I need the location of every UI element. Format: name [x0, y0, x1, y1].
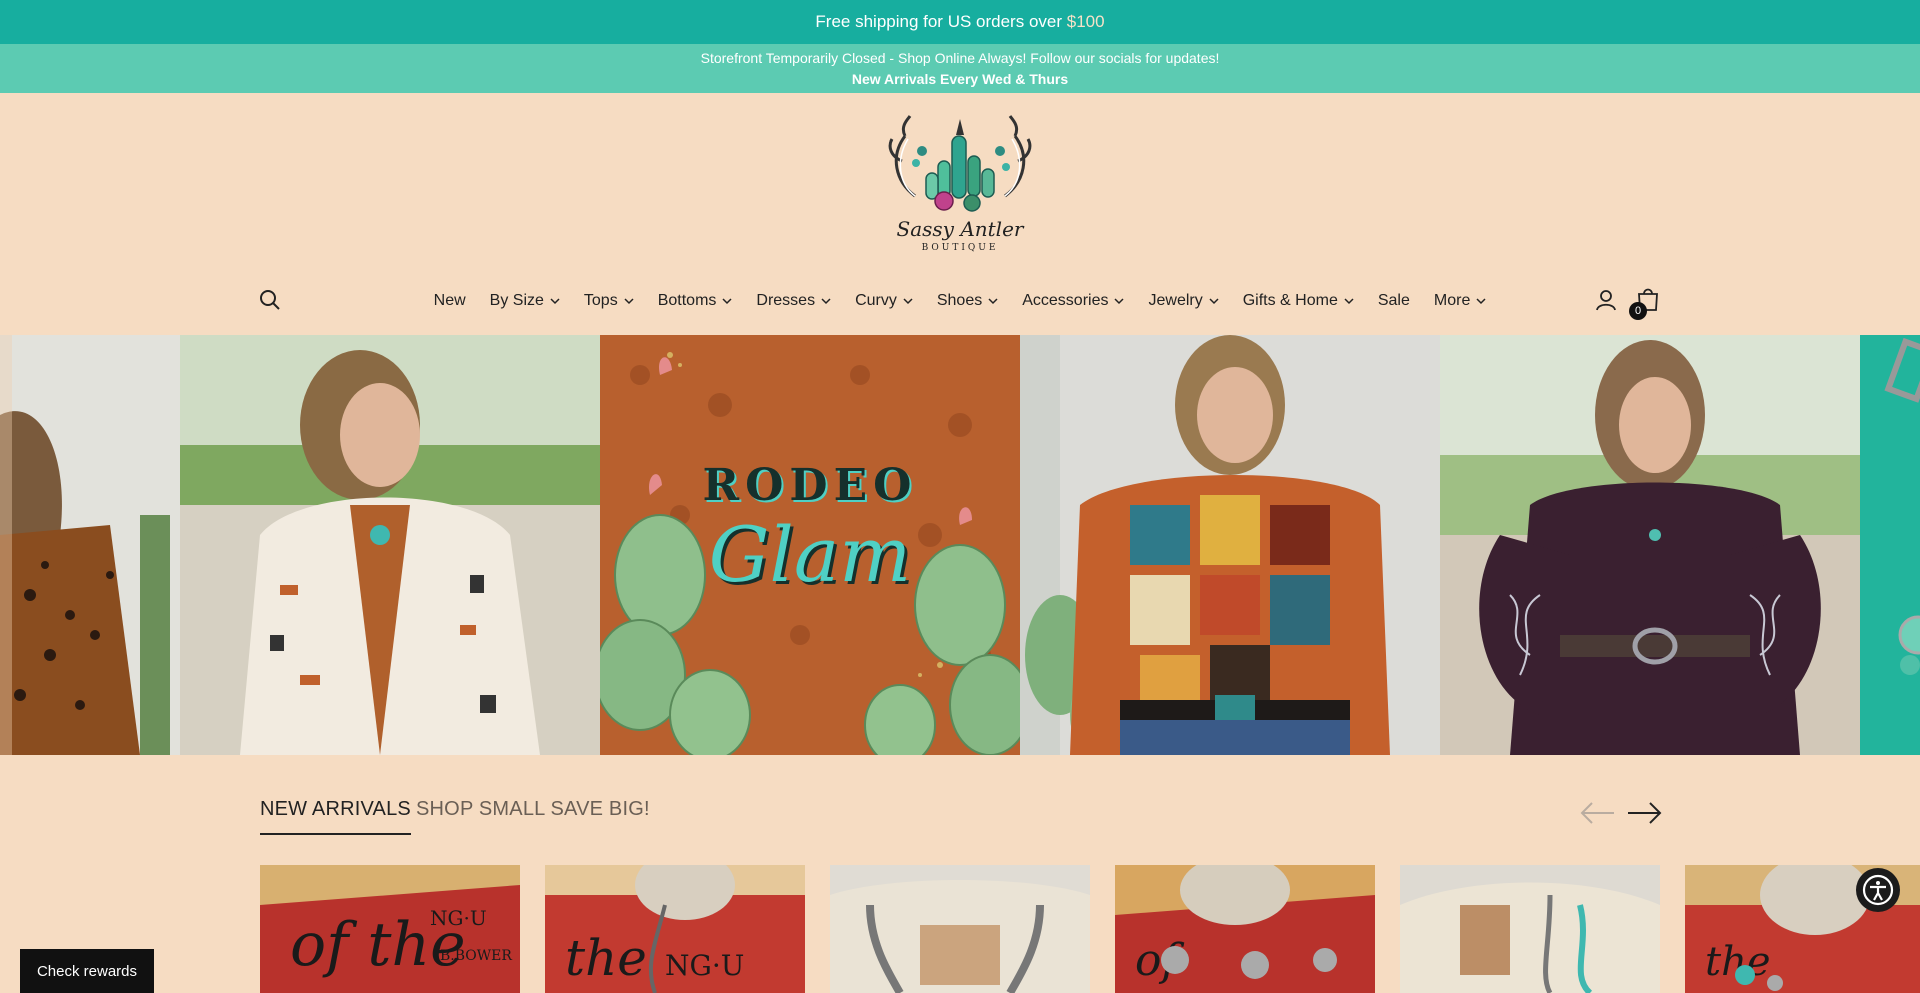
notice-line-2: New Arrivals Every Wed & Thurs [851, 70, 1069, 87]
nav-item-label: Shoes [936, 292, 983, 309]
chevron-down-icon [1476, 298, 1486, 305]
chevron-down-icon [550, 298, 560, 305]
cart-count-badge: 0 [1629, 302, 1647, 320]
nav-item-more[interactable]: More [1422, 292, 1498, 310]
nav-item-label: Tops [583, 292, 618, 309]
chevron-down-icon [1209, 298, 1219, 305]
nav-item-jewelry[interactable]: Jewelry [1136, 292, 1230, 310]
nav-item-label: Sale [1377, 292, 1410, 309]
chevron-down-icon [624, 298, 634, 305]
banner-word-glam: Glam [708, 510, 912, 599]
nav-item-bottoms[interactable]: Bottoms [646, 292, 745, 310]
nav-item-gifts-home[interactable]: Gifts & Home [1231, 292, 1366, 310]
check-rewards-button[interactable]: Check rewards [20, 949, 154, 993]
hero-image-plum-dress[interactable] [1440, 335, 1860, 755]
collection-tabs: NEW ARRIVALS SHOP SMALL SAVE BIG! [0, 780, 1920, 840]
nav-item-by-size[interactable]: By Size [478, 292, 572, 310]
announcement-bar: Free shipping for US orders over $100 [0, 0, 1920, 44]
chevron-down-icon [1114, 298, 1125, 305]
tab-new-arrivals[interactable]: NEW ARRIVALS [260, 798, 411, 835]
chevron-down-icon [1344, 298, 1354, 305]
chevron-down-icon [903, 298, 913, 305]
tab-shop-small-save-big[interactable]: SHOP SMALL SAVE BIG! [416, 798, 650, 821]
nav-item-label: Accessories [1022, 292, 1109, 309]
banner-word-rodeo: RODEO [702, 460, 918, 511]
hero-banner[interactable]: RODEO Glam [0, 335, 1920, 755]
main-navigation: New By Size Tops Bottoms Dresses Curvy Shoes Ac… [0, 276, 1920, 326]
product-card[interactable]: the NG·U [545, 865, 805, 993]
product-card[interactable]: of [1115, 865, 1375, 993]
hero-image-leopard-top[interactable] [0, 335, 180, 755]
svg-text:B.BOWER: B.BOWER [440, 948, 512, 964]
product-carousel: of the NG·U B.BOWER the NG·U of the [0, 865, 1920, 993]
nav-item-label: Bottoms [657, 292, 717, 309]
chevron-down-icon [988, 298, 998, 305]
nav-item-tops[interactable]: Tops [572, 292, 646, 310]
accessibility-icon[interactable] [1856, 868, 1900, 912]
chevron-down-icon [821, 298, 831, 305]
product-card[interactable] [1400, 865, 1660, 993]
svg-text:NG·U: NG·U [430, 906, 487, 930]
arrow-left-icon[interactable] [1578, 800, 1618, 826]
announcement-text: Free shipping for US orders over [815, 12, 1063, 31]
notice-bar: Storefront Temporarily Closed - Shop Onl… [0, 44, 1920, 93]
nav-item-label: Gifts & Home [1242, 292, 1338, 309]
store-logo[interactable]: Sassy Antler BOUTIQUE [860, 111, 1060, 261]
logo-subtitle: BOUTIQUE [921, 243, 999, 253]
user-icon[interactable] [1594, 288, 1620, 314]
hero-image-turquoise-jewelry[interactable] [1860, 335, 1920, 755]
svg-text:the: the [565, 929, 647, 987]
logo-artwork [888, 115, 1032, 212]
hero-banner-rodeo-glam[interactable]: RODEO Glam [600, 335, 1020, 755]
notice-line-1: Storefront Temporarily Closed - Shop Onl… [700, 49, 1220, 66]
arrow-right-icon[interactable] [1624, 800, 1664, 826]
nav-item-dresses[interactable]: Dresses [744, 292, 843, 310]
announcement-amount: $100 [1066, 12, 1105, 31]
nav-item-label: Curvy [855, 292, 897, 309]
chevron-down-icon [722, 298, 732, 305]
nav-item-sale[interactable]: Sale [1366, 292, 1422, 310]
hero-image-western-blazer[interactable] [180, 335, 600, 755]
nav-item-new[interactable]: New [422, 292, 478, 310]
product-card[interactable]: of the NG·U B.BOWER [260, 865, 520, 993]
svg-text:NG·U: NG·U [665, 949, 744, 982]
nav-item-shoes[interactable]: Shoes [925, 292, 1010, 310]
hero-image-rodeo-print-top[interactable] [1020, 335, 1440, 755]
nav-item-curvy[interactable]: Curvy [843, 292, 925, 310]
nav-item-label: Jewelry [1148, 292, 1203, 309]
nav-item-label: By Size [489, 292, 544, 309]
logo-name: Sassy Antler [896, 217, 1024, 241]
nav-item-label: More [1433, 292, 1471, 309]
nav-item-label: Dresses [756, 292, 816, 309]
nav-item-label: New [433, 292, 466, 309]
product-card[interactable] [830, 865, 1090, 993]
nav-item-accessories[interactable]: Accessories [1010, 292, 1136, 310]
